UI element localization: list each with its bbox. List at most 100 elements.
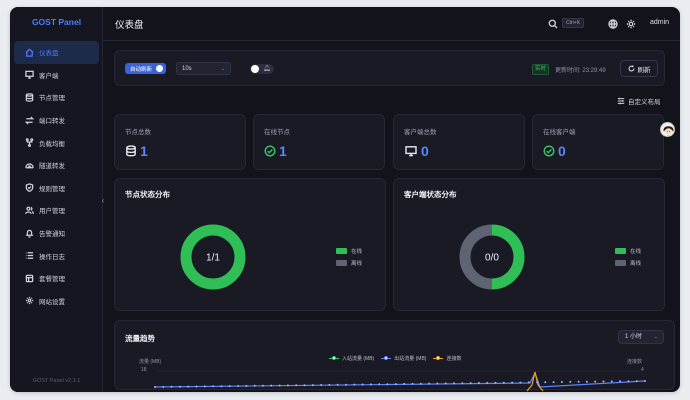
fork-icon (24, 138, 34, 148)
traffic-trend-card: 流量趋势 1 小时 ⌄ 入站流量 (MB) 出站流量 (MB) 连接数 流量 (… (114, 320, 675, 392)
home-icon (24, 47, 34, 57)
series-point-outbound (436, 382, 439, 385)
monitor-icon (405, 146, 417, 157)
avatar[interactable] (660, 122, 675, 137)
bell-icon (24, 228, 34, 238)
legend-item-offline[interactable]: 离线 (336, 259, 362, 267)
series-point-outbound (378, 383, 381, 386)
sidebar-item-settings[interactable]: 网站设置 (14, 290, 99, 313)
sidebar-item-load-balance[interactable]: 负载均衡 (14, 131, 99, 154)
search-shortcut-badge[interactable]: Ctrl+K (562, 18, 585, 28)
node-status-donut[interactable]: 1/1 (178, 222, 248, 292)
search-icon[interactable] (548, 19, 558, 29)
y-axis-left-tick: 18 (141, 367, 147, 373)
bell-icon: 🔔︎ (263, 66, 271, 72)
series-point-outbound (336, 383, 339, 386)
series-point-outbound (361, 383, 364, 386)
series-point-outbound (195, 385, 198, 388)
time-range-select[interactable]: 1 小时 ⌄ (618, 330, 664, 344)
database-icon (126, 145, 136, 157)
user-menu[interactable]: admin (650, 19, 669, 26)
gear-icon (24, 296, 34, 306)
notification-toggle[interactable]: 🔔︎ (250, 64, 274, 74)
stat-card-online-nodes: 在线节点 1 (253, 114, 385, 170)
donut-center-label: 1/1 (206, 253, 220, 264)
refresh-icon (628, 65, 634, 72)
series-point-outbound (644, 380, 646, 382)
series-point-outbound (411, 382, 414, 385)
chevron-down-icon: ⌄ (220, 66, 225, 72)
sidebar-item-label: 端口转发 (39, 118, 65, 126)
chevron-down-icon: ⌄ (653, 334, 658, 340)
legend-label: 在线 (630, 249, 642, 255)
sidebar-item-alerts[interactable]: 告警通知 (14, 222, 99, 245)
series-point-outbound (154, 386, 156, 388)
series-point-outbound (577, 380, 580, 383)
globe-icon[interactable] (608, 19, 618, 29)
users-icon (24, 205, 34, 215)
collapse-sidebar-icon[interactable]: ‹ (99, 195, 107, 207)
swap-icon (24, 115, 34, 125)
stat-value-row: 0 (543, 143, 566, 159)
series-point-outbound (477, 382, 480, 384)
sidebar-item-label: 网站设置 (39, 298, 65, 306)
series-point-outbound (519, 381, 522, 384)
refresh-button[interactable]: 刷新 (620, 60, 658, 77)
legend-item-online[interactable]: 在线 (336, 247, 362, 255)
stat-card-total-nodes: 节点总数 1 (114, 114, 246, 170)
series-point-outbound (585, 380, 588, 383)
stat-value-row: 0 (404, 143, 429, 159)
traffic-trend-chart[interactable] (154, 361, 646, 392)
series-point-outbound (394, 383, 397, 386)
legend-swatch (336, 260, 347, 266)
series-point-outbound (511, 381, 514, 384)
legend-item-offline[interactable]: 离线 (615, 259, 641, 267)
sidebar-item-port-forward[interactable]: 端口转发 (14, 109, 99, 132)
series-point-outbound (328, 383, 331, 386)
series-point-outbound (262, 384, 264, 387)
custom-layout-button[interactable]: 自定义布局 (617, 96, 661, 106)
auto-refresh-toggle[interactable]: 自动刷新 (125, 63, 167, 74)
series-point-outbound (386, 383, 389, 386)
sidebar-item-logs[interactable]: 操作日志 (14, 244, 99, 267)
sun-icon[interactable] (626, 19, 636, 29)
live-badge: 实时 (532, 64, 550, 75)
toggle-knob (251, 65, 259, 73)
series-point-outbound (345, 383, 347, 386)
legend-item-online[interactable]: 在线 (615, 247, 641, 255)
stat-label: 在线节点 (264, 129, 290, 136)
stat-value-row: 1 (125, 143, 148, 159)
stat-value: 0 (421, 143, 429, 159)
sidebar-nav: 仪表盘 客户端 节点管理 端口转发 负载均衡 隧道转发 规则管理 用户管理 告警… (10, 41, 103, 312)
series-point-outbound (295, 384, 298, 387)
sidebar-item-rules[interactable]: 规则管理 (14, 177, 99, 200)
stat-card-online-clients: 在线客户端 0 (532, 114, 664, 170)
legend-label: 在线 (351, 249, 363, 255)
brand-logo[interactable]: GOST Panel (10, 17, 103, 27)
sidebar-item-clients[interactable]: 客户端 (14, 64, 99, 87)
series-point-outbound (178, 385, 181, 388)
sidebar-item-dashboard[interactable]: 仪表盘 (14, 41, 99, 64)
series-point-outbound (303, 384, 306, 387)
series-point-outbound (403, 382, 406, 385)
sidebar-item-nodes[interactable]: 节点管理 (14, 86, 99, 109)
card-title: 客户端状态分布 (404, 190, 457, 199)
sidebar-item-label: 规则管理 (39, 185, 65, 193)
series-point-outbound (544, 381, 547, 384)
sidebar-item-plans[interactable]: 套餐管理 (14, 267, 99, 290)
box-icon (24, 273, 34, 283)
sidebar-item-label: 负载均衡 (39, 140, 65, 148)
client-status-donut[interactable]: 0/0 (457, 222, 527, 292)
refresh-label: 刷新 (637, 66, 651, 74)
series-point-outbound (270, 384, 273, 387)
refresh-interval-select[interactable]: 10s ⌄ (176, 62, 231, 75)
series-point-outbound (461, 382, 464, 385)
legend-label: 离线 (351, 261, 363, 267)
sidebar-item-users[interactable]: 用户管理 (14, 199, 99, 222)
sidebar-item-label: 节点管理 (39, 95, 65, 103)
sidebar-item-tunnel[interactable]: 隧道转发 (14, 154, 99, 177)
series-point-outbound (286, 384, 289, 387)
series-point-outbound (162, 385, 165, 388)
series-point-outbound (353, 383, 356, 386)
avatar-face-icon (661, 123, 674, 136)
